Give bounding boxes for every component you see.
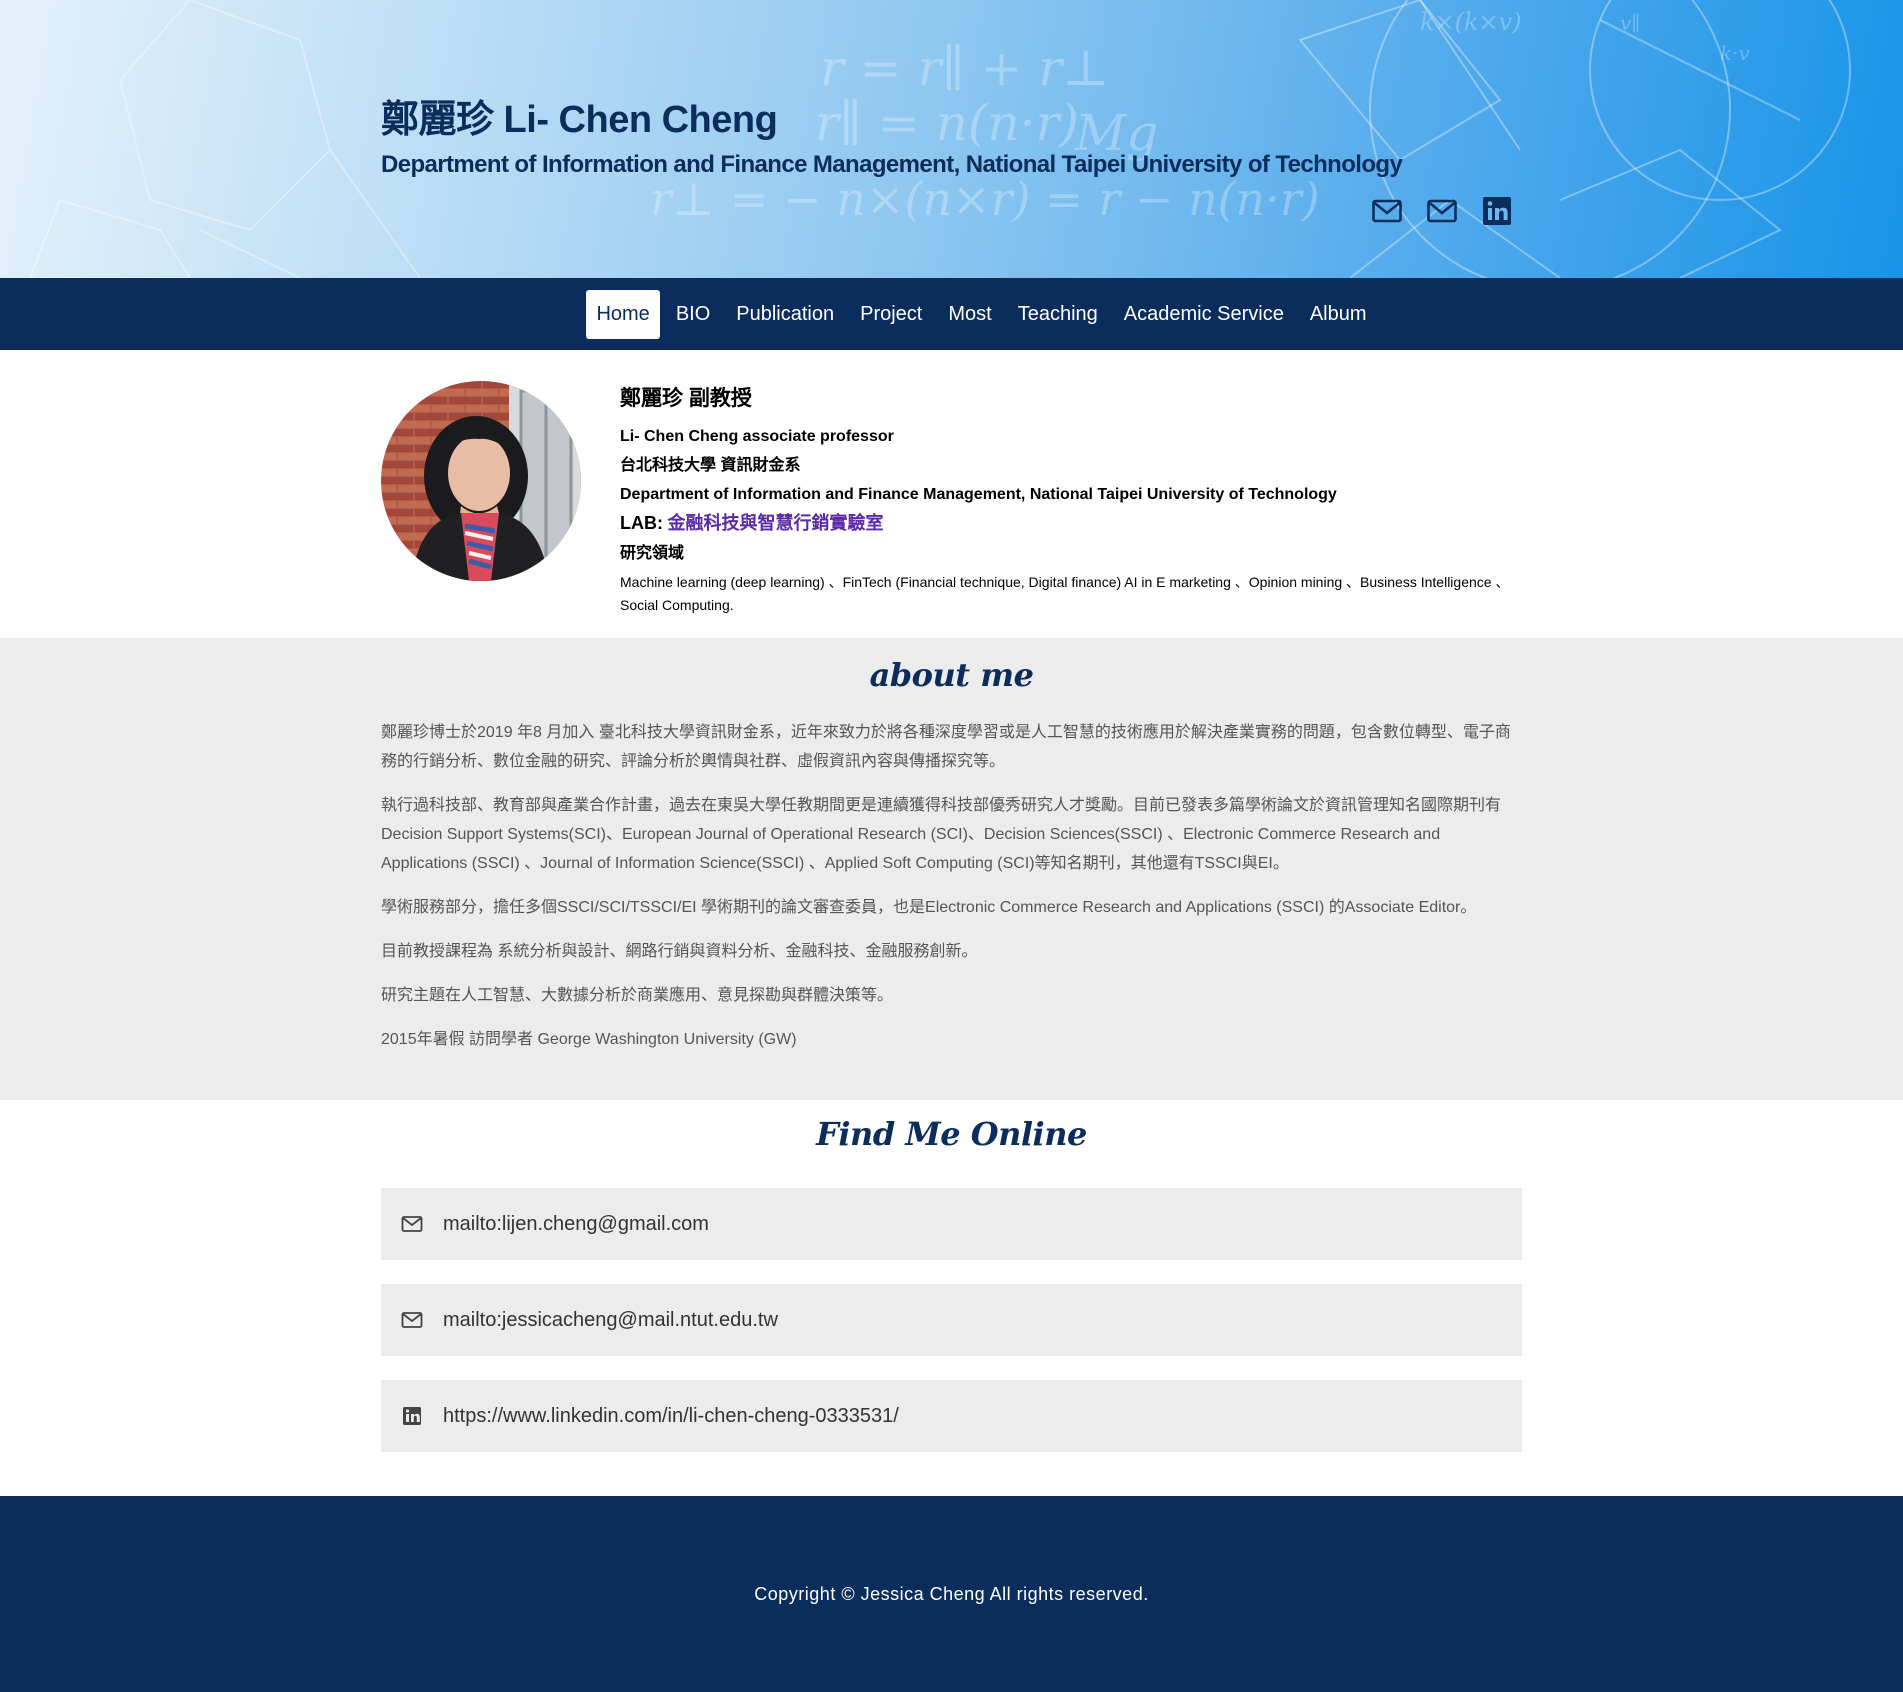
contact-item-linkedin[interactable]: https://www.linkedin.com/in/li-chen-chen… (381, 1380, 1522, 1452)
svg-text:r∥ = n(n·r): r∥ = n(n·r) (815, 94, 1079, 152)
about-body: 鄭麗珍博士於2019 年8 月加入 臺北科技大學資訊財金系，近年來致力於將各種深… (381, 718, 1521, 1069)
nav-item-publication[interactable]: Publication (726, 290, 844, 339)
profile-lab: LAB: 金融科技與智慧行銷實驗室 (620, 509, 1520, 539)
contact-list: mailto:lijen.cheng@gmail.com mailto:jess… (381, 1188, 1522, 1476)
linkedin-icon (401, 1405, 423, 1427)
nav-item-album[interactable]: Album (1300, 290, 1377, 339)
about-paragraph: 執行過科技部、教育部與產業合作計畫，過去在東吳大學任教期間更是連續獲得科技部優秀… (381, 797, 1502, 872)
nav-item-bio[interactable]: BIO (666, 290, 720, 339)
nav-item-most[interactable]: Most (938, 290, 1001, 339)
profile-section: 鄭麗珍 副教授 Li- Chen Cheng associate profess… (0, 350, 1903, 638)
svg-text:r⊥ = − n×(n×r) = r − n(n·r): r⊥ = − n×(n×r) = r − n(n·r) (650, 172, 1320, 226)
mail-icon[interactable] (1372, 196, 1402, 226)
lab-label: LAB: (620, 513, 663, 533)
contact-text: mailto:jessicacheng@mail.ntut.edu.tw (443, 1308, 778, 1331)
header-banner: r = r∥ + r⊥ r∥ = n(n·r) Mg r⊥ = − n×(n×r… (0, 0, 1903, 278)
linkedin-icon[interactable] (1482, 196, 1512, 226)
profile-dept-en: Department of Information and Finance Ma… (620, 486, 1337, 503)
avatar (381, 381, 581, 581)
social-links (1372, 196, 1512, 226)
about-paragraph: 研究主題在人工智慧、大數據分析於商業應用、意見探勘與群體決策等。 (381, 987, 894, 1004)
find-me-online-title: Find Me Online (816, 1115, 1087, 1153)
svg-text:v∥: v∥ (1620, 11, 1641, 35)
profile-dept-zh: 台北科技大學 資訊財金系 (620, 457, 801, 474)
mail-icon (401, 1213, 423, 1235)
about-title: about me (869, 656, 1034, 694)
about-paragraph: 目前教授課程為 系統分析與設計、網路行銷與資料分析、金融科技、金融服務創新。 (381, 943, 978, 960)
profile-info: 鄭麗珍 副教授 Li- Chen Cheng associate profess… (620, 382, 1520, 617)
profile-title-en: Li- Chen Cheng associate professor (620, 428, 894, 445)
nav-item-academic-service[interactable]: Academic Service (1114, 290, 1294, 339)
nav-item-teaching[interactable]: Teaching (1008, 290, 1108, 339)
svg-text:k×(k×v): k×(k×v) (1420, 8, 1522, 36)
mail-icon[interactable] (1427, 196, 1457, 226)
about-section: about me 鄭麗珍博士於2019 年8 月加入 臺北科技大學資訊財金系，近… (0, 638, 1903, 1100)
find-me-online-section: Find Me Online mailto:lijen.cheng@gmail.… (0, 1100, 1903, 1496)
research-areas: Machine learning (deep learning) 、FinTec… (620, 574, 1510, 613)
lab-link[interactable]: 金融科技與智慧行銷實驗室 (667, 513, 883, 533)
contact-item-email-ntut[interactable]: mailto:jessicacheng@mail.ntut.edu.tw (381, 1284, 1522, 1356)
contact-text: mailto:lijen.cheng@gmail.com (443, 1212, 709, 1235)
contact-text: https://www.linkedin.com/in/li-chen-chen… (443, 1404, 899, 1427)
svg-text:k·v: k·v (1720, 41, 1750, 65)
copyright-text: Copyright © Jessica Cheng All rights res… (754, 1583, 1149, 1604)
contact-item-email-gmail[interactable]: mailto:lijen.cheng@gmail.com (381, 1188, 1522, 1260)
svg-text:r = r∥ + r⊥: r = r∥ + r⊥ (820, 39, 1109, 97)
nav-item-home[interactable]: Home (586, 289, 660, 339)
mail-icon (401, 1309, 423, 1331)
footer: Copyright © Jessica Cheng All rights res… (0, 1496, 1903, 1692)
about-paragraph: 學術服務部分，擔任多個SSCI/SCI/TSSCI/EI 學術期刊的論文審查委員… (381, 899, 1477, 916)
banner-background: r = r∥ + r⊥ r∥ = n(n·r) Mg r⊥ = − n×(n×r… (28, 0, 1851, 278)
about-paragraph: 鄭麗珍博士於2019 年8 月加入 臺北科技大學資訊財金系，近年來致力於將各種深… (381, 724, 1511, 770)
nav-item-project[interactable]: Project (850, 290, 932, 339)
profile-title-zh: 鄭麗珍 副教授 (620, 387, 752, 410)
main-nav: Home BIO Publication Project Most Teachi… (0, 278, 1903, 350)
site-department: Department of Information and Finance Ma… (381, 151, 1403, 178)
about-paragraph: 2015年暑假 訪問學者 George Washington Universit… (381, 1031, 797, 1048)
research-label: 研究領域 (620, 545, 685, 562)
nav-list: Home BIO Publication Project Most Teachi… (586, 289, 1377, 339)
site-name: 鄭麗珍 Li- Chen Cheng (381, 99, 778, 141)
